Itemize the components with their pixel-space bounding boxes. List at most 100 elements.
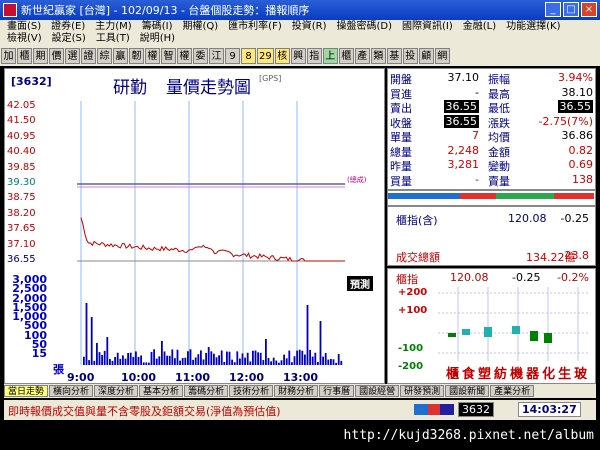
quick-button[interactable]: 綜 — [97, 48, 112, 64]
quick-button[interactable]: 核 — [274, 48, 290, 64]
volume-bar — [114, 356, 116, 365]
quick-button[interactable]: 類 — [370, 48, 386, 64]
volume-bar — [210, 351, 213, 365]
price-tick-label: 38.20 — [7, 207, 36, 219]
analysis-tab[interactable]: 當日走勢 — [4, 385, 49, 397]
sector-name[interactable]: 化 — [542, 363, 555, 382]
menu-item[interactable]: 金融(L) — [458, 21, 501, 33]
analysis-tab[interactable]: 行事曆 — [319, 385, 355, 397]
analysis-tab[interactable]: 國設新聞 — [445, 385, 490, 397]
volume-bar — [129, 352, 132, 365]
quick-button[interactable]: 權 — [145, 48, 160, 64]
menu-item[interactable]: 說明(H) — [135, 33, 180, 45]
sector-name[interactable]: 機 — [510, 363, 523, 382]
volume-bar — [189, 349, 192, 365]
menu-item[interactable]: 籌碼(I) — [137, 21, 178, 33]
quick-button[interactable]: 選 — [65, 48, 80, 64]
volume-bar — [127, 353, 129, 365]
quick-button[interactable]: 贏 — [113, 48, 128, 64]
volume-bar — [205, 352, 207, 365]
menu-item[interactable]: 操盤密碼(D) — [332, 21, 398, 33]
sector-name[interactable]: 櫃 — [446, 363, 459, 382]
menu-item[interactable]: 匯市利率(F) — [223, 21, 287, 33]
quick-button[interactable]: 網 — [434, 48, 450, 64]
analysis-tab[interactable]: 籌碼分析 — [184, 385, 229, 397]
quick-button[interactable]: 證 — [81, 48, 96, 64]
status-colorbar — [414, 404, 454, 415]
quick-button[interactable]: 8 — [241, 48, 256, 64]
quick-button[interactable]: 投 — [402, 48, 418, 64]
quick-button[interactable]: 櫃 — [338, 48, 354, 64]
menu-item[interactable]: 設定(S) — [47, 33, 91, 45]
menu-row-1: 畫面(S) 證券(E) 主力(M) 籌碼(I) 期權(Q) 匯市利率(F) 投資(R) 操盤密… — [2, 21, 566, 33]
quote-value: 2,248 — [447, 143, 480, 157]
maximize-icon[interactable]: □ — [563, 2, 579, 17]
volume-bar — [236, 351, 239, 365]
quick-button[interactable]: 興 — [290, 48, 306, 64]
menu-item[interactable]: 工具(T) — [91, 33, 135, 45]
quick-button[interactable]: 韌 — [129, 48, 144, 64]
volume-bar — [306, 305, 309, 365]
volume-bar — [207, 347, 210, 365]
sector-name[interactable]: 食 — [462, 363, 475, 382]
menu-item[interactable]: 功能選擇(K) — [501, 21, 565, 33]
price-tick-label: 37.10 — [7, 238, 36, 250]
quick-button[interactable]: 基 — [386, 48, 402, 64]
index-panel: 櫃指(含) 120.08 -0.25 成交總額 134.22億 23.8 — [387, 206, 596, 266]
menu-item[interactable]: 主力(M) — [90, 21, 136, 33]
menu-item[interactable]: 投資(R) — [287, 21, 332, 33]
volume-bar — [280, 360, 283, 365]
sector-name[interactable]: 器 — [526, 363, 539, 382]
quick-button[interactable]: 權 — [177, 48, 192, 64]
menu-item[interactable]: 畫面(S) — [2, 21, 46, 33]
quote-value: -2.75(7%) — [538, 114, 594, 128]
close-icon[interactable]: × — [581, 2, 597, 17]
analysis-tab[interactable]: 財務分析 — [274, 385, 319, 397]
sector-name[interactable]: 玻 — [574, 363, 587, 382]
quick-button[interactable]: 顧 — [418, 48, 434, 64]
quick-button[interactable]: 智 — [161, 48, 176, 64]
analysis-tab[interactable]: 橫向分析 — [49, 385, 94, 397]
menu-item[interactable]: 證券(E) — [46, 21, 90, 33]
quote-row: 買進 - 最高 38.10 — [388, 86, 597, 101]
quick-button[interactable]: 櫃 — [17, 48, 32, 64]
sector-name[interactable]: 生 — [558, 363, 571, 382]
quick-button[interactable]: 加 — [1, 48, 16, 64]
volume-bar — [283, 354, 285, 365]
quick-button[interactable]: 上 — [322, 48, 338, 64]
quote-row: 單量 7 均價 36.86 — [388, 129, 597, 144]
time-tick-label: 11:00 — [175, 371, 211, 384]
volume-bar — [291, 362, 293, 365]
menu-item[interactable]: 國際資訊(I) — [397, 21, 458, 33]
quick-button[interactable]: 9 — [225, 48, 240, 64]
buy-sell-strip — [387, 190, 596, 206]
quick-button[interactable]: 期 — [33, 48, 48, 64]
analysis-tab[interactable]: 技術分析 — [229, 385, 274, 397]
analysis-tab[interactable]: 產業分析 — [490, 385, 535, 397]
quick-button[interactable]: 29 — [257, 48, 274, 64]
sector-name[interactable]: 紡 — [494, 363, 507, 382]
menu-item[interactable]: 期權(Q) — [177, 21, 223, 33]
quick-button[interactable]: 江 — [209, 48, 224, 64]
analysis-tab[interactable]: 深度分析 — [94, 385, 139, 397]
quick-button[interactable]: 產 — [354, 48, 370, 64]
quick-button[interactable]: 委 — [193, 48, 208, 64]
price-tick-label: 39.30 — [7, 177, 36, 188]
volume-bar — [101, 355, 103, 365]
predict-button[interactable]: 預測 — [347, 276, 373, 291]
quick-button[interactable]: 價 — [49, 48, 64, 64]
analysis-tab[interactable]: 基本分析 — [139, 385, 184, 397]
volume-bar — [181, 357, 184, 365]
analysis-tab[interactable]: 研發預測 — [400, 385, 445, 397]
menu-item[interactable]: 檢視(V) — [2, 33, 47, 45]
sector-name[interactable]: 塑 — [478, 363, 491, 382]
menu-bar: 畫面(S) 證券(E) 主力(M) 籌碼(I) 期權(Q) 匯市利率(F) 投資(R) 操盤密… — [0, 20, 600, 46]
volume-bar — [119, 358, 122, 365]
volume-bar — [330, 358, 332, 365]
volume-bar — [153, 349, 155, 365]
volume-bar — [298, 349, 301, 365]
minimize-icon[interactable]: _ — [545, 2, 561, 17]
status-stock-code[interactable]: 3632 — [458, 402, 494, 417]
quick-button[interactable]: 指 — [306, 48, 322, 64]
analysis-tab[interactable]: 國設經營 — [355, 385, 400, 397]
